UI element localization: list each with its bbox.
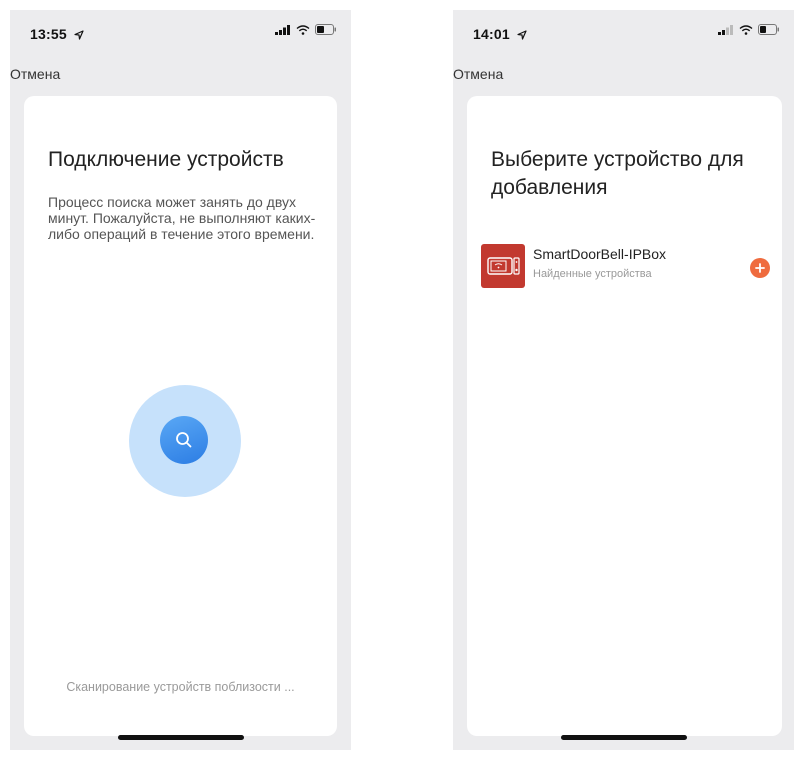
- device-list-item[interactable]: SmartDoorBell-IPBox Найденные устройства: [481, 244, 770, 288]
- wifi-icon: [296, 24, 310, 35]
- phone-screen-select-device: 14:01 Отмена Выберите устройство для доб…: [453, 10, 794, 750]
- search-icon: [176, 432, 192, 448]
- status-time: 13:55: [30, 26, 84, 42]
- search-description: Процесс поиска может занять до двух мину…: [48, 194, 316, 242]
- page-title: Подключение устройств: [48, 148, 284, 171]
- battery-icon: [315, 24, 336, 35]
- device-subtitle: Найденные устройства: [533, 268, 652, 280]
- wifi-icon: [739, 24, 753, 35]
- phone-screen-searching: 13:55 Отмена Подключение устройств Проце…: [10, 10, 351, 750]
- scan-status-text: Сканирование устройств поблизости ...: [66, 680, 295, 694]
- add-device-button[interactable]: [750, 258, 770, 278]
- signal-icon: [718, 24, 733, 35]
- status-bar: 13:55: [10, 10, 351, 52]
- add-icon: [755, 263, 765, 273]
- cancel-button[interactable]: Отмена: [10, 66, 60, 82]
- status-icons: [718, 24, 780, 35]
- device-name: SmartDoorBell-IPBox: [533, 246, 667, 262]
- status-time-text: 14:01: [473, 26, 510, 42]
- status-time: 14:01: [473, 26, 527, 42]
- home-indicator[interactable]: [117, 735, 244, 740]
- signal-icon: [275, 24, 290, 35]
- status-icons: [275, 24, 337, 35]
- battery-icon: [758, 24, 779, 35]
- cancel-button[interactable]: Отмена: [453, 66, 503, 82]
- home-indicator[interactable]: [560, 735, 687, 740]
- doorbell-device-graphic: [487, 257, 520, 275]
- status-bar: 14:01: [453, 10, 794, 52]
- search-button[interactable]: [160, 416, 208, 464]
- location-arrow-icon: [517, 30, 527, 40]
- location-arrow-icon: [74, 30, 84, 40]
- doorbell-device-icon: [481, 244, 525, 288]
- search-card: Подключение устройств Процесс поиска мож…: [24, 96, 337, 736]
- page-title: Выберите устройство для добавления: [491, 148, 744, 199]
- status-time-text: 13:55: [30, 26, 67, 42]
- device-list-card: Выберите устройство для добавления Smart…: [467, 96, 782, 736]
